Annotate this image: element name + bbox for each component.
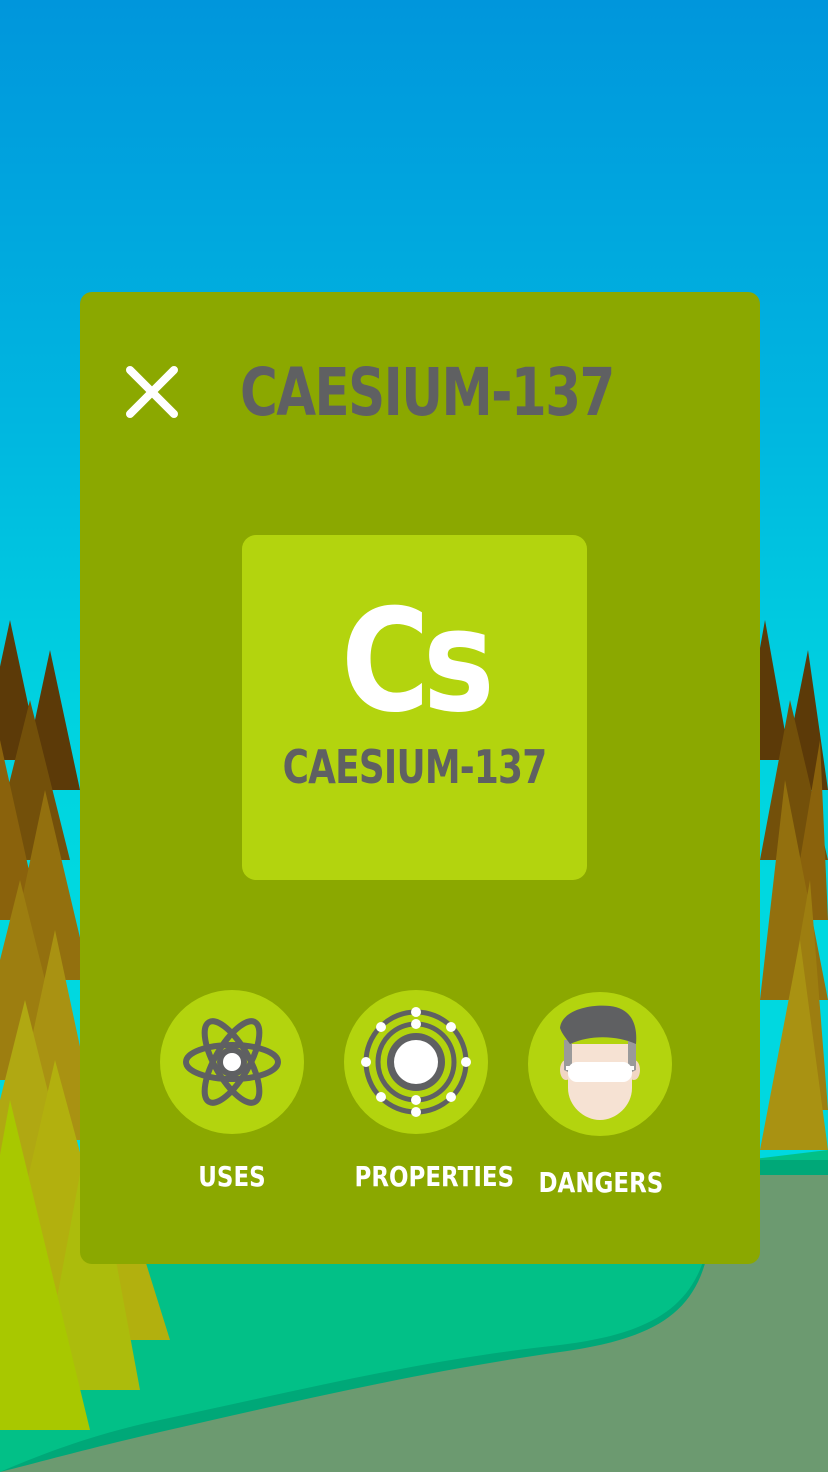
properties-button-circle[interactable]: [344, 990, 488, 1134]
close-icon[interactable]: [124, 364, 180, 420]
electron-shell-icon: [361, 1007, 471, 1117]
panel-title: CAESIUM-137: [240, 354, 615, 431]
element-symbol: Cs: [341, 579, 495, 744]
close-button[interactable]: [124, 364, 180, 420]
dangers-label: DANGERS: [538, 1166, 664, 1199]
uses-button-circle[interactable]: [160, 990, 304, 1134]
element-tile-name: CAESIUM-137: [282, 740, 548, 794]
atom-icon: [183, 1018, 281, 1106]
element-tile: Cs CAESIUM-137: [242, 535, 587, 880]
properties-button[interactable]: PROPERTIES: [341, 990, 515, 1193]
uses-button[interactable]: USES: [157, 990, 307, 1193]
element-info-panel: CAESIUM-137 Cs CAESIUM-137 USES PROPERTI…: [80, 292, 760, 1264]
uses-label: USES: [198, 1160, 266, 1193]
dangers-button-circle[interactable]: [528, 992, 672, 1136]
dangers-button[interactable]: DANGERS: [525, 992, 675, 1199]
scientist-goggles-icon: [560, 1005, 640, 1120]
properties-label: PROPERTIES: [354, 1160, 515, 1193]
